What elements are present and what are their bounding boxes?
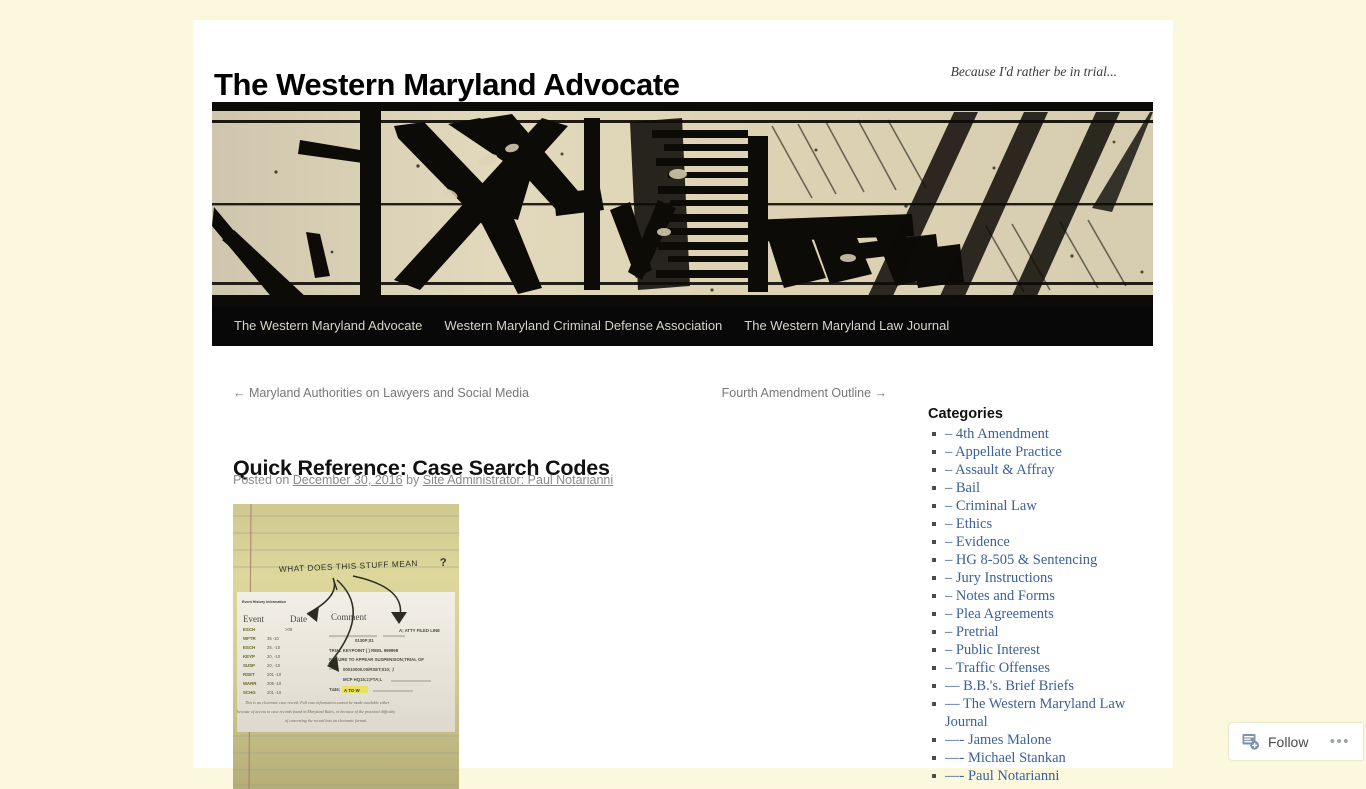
- category-link-western-maryland-law-journal[interactable]: — The Western Maryland Law Journal: [945, 696, 1125, 730]
- svg-text:206 -10: 206 -10: [267, 681, 282, 686]
- category-link-james-malone[interactable]: —- James Malone: [945, 732, 1051, 748]
- category-item[interactable]: — B.B.'s. Brief Briefs: [928, 677, 1166, 695]
- post-navigation: ← Maryland Authorities on Lawyers and So…: [233, 346, 893, 400]
- category-item[interactable]: – 4th Amendment: [928, 425, 1166, 443]
- category-link-criminal-law[interactable]: – Criminal Law: [945, 498, 1037, 514]
- category-item[interactable]: – Criminal Law: [928, 497, 1166, 515]
- category-link-notes-and-forms[interactable]: – Notes and Forms: [945, 588, 1055, 604]
- category-item[interactable]: – Traffic Offenses: [928, 659, 1166, 677]
- svg-text:SCHG: SCHG: [243, 690, 256, 695]
- svg-text:T446;: T446;: [329, 687, 341, 692]
- follow-label[interactable]: Follow: [1268, 734, 1308, 750]
- svg-text:?: ?: [440, 557, 447, 569]
- category-link-bbs-brief-briefs[interactable]: — B.B.'s. Brief Briefs: [945, 678, 1074, 694]
- content-column: ← Maryland Authorities on Lawyers and So…: [233, 346, 893, 789]
- post-image-case-search-codes[interactable]: WHAT DOES THIS STUFF MEAN ? Event Histor…: [233, 504, 459, 789]
- nav-link-law-journal[interactable]: The Western Maryland Law Journal: [744, 318, 949, 333]
- category-link-paul-notarianni[interactable]: —- Paul Notarianni: [945, 768, 1059, 784]
- svg-text:A; ATTY FILED LINE: A; ATTY FILED LINE: [399, 628, 440, 633]
- next-post-link[interactable]: Fourth Amendment Outline →: [722, 386, 887, 400]
- category-link-ethics[interactable]: – Ethics: [945, 516, 992, 532]
- svg-text:20, -10: 20, -10: [267, 663, 281, 668]
- svg-text:Comment: Comment: [331, 612, 367, 622]
- previous-post-link[interactable]: ← Maryland Authorities on Lawyers and So…: [233, 386, 529, 400]
- svg-text:Event History Information: Event History Information: [242, 600, 286, 604]
- site-header: The Western Maryland Advocate Because I'…: [193, 20, 1173, 102]
- post-date-link[interactable]: December 30, 2016: [293, 473, 403, 487]
- category-item[interactable]: – Jury Instructions: [928, 569, 1166, 587]
- svg-text:WARR: WARR: [243, 681, 257, 686]
- category-link-4th-amendment[interactable]: – 4th Amendment: [945, 426, 1049, 442]
- categories-heading: Categories: [928, 406, 1003, 422]
- svg-text:A TO W: A TO W: [344, 688, 360, 693]
- category-item[interactable]: – HG 8-505 & Sentencing: [928, 551, 1166, 569]
- svg-text:RSET: RSET: [243, 672, 255, 677]
- nav-item[interactable]: The Western Maryland Advocate: [234, 317, 422, 335]
- follow-more-options-icon[interactable]: •••: [1330, 734, 1350, 749]
- category-item[interactable]: – Plea Agreements: [928, 605, 1166, 623]
- category-item[interactable]: – Appellate Practice: [928, 443, 1166, 461]
- category-link-assault-affray[interactable]: – Assault & Affray: [945, 462, 1055, 478]
- nav-item[interactable]: Western Maryland Criminal Defense Associ…: [444, 317, 722, 335]
- category-item[interactable]: —- Michael Stankan: [928, 749, 1166, 767]
- svg-text:MCP HQ15;2;FTA;L: MCP HQ15;2;FTA;L: [343, 677, 383, 682]
- category-link-michael-stankan[interactable]: —- Michael Stankan: [945, 750, 1066, 766]
- site-banner-image: [212, 102, 1153, 306]
- categories-list: – 4th Amendment – Appellate Practice – A…: [928, 425, 1166, 785]
- category-link-public-interest[interactable]: – Public Interest: [945, 642, 1040, 658]
- svg-text:25. -10: 25. -10: [267, 645, 281, 650]
- svg-text:WFTR: WFTR: [243, 636, 257, 641]
- svg-text:20, -10: 20, -10: [267, 654, 281, 659]
- main-navigation: The Western Maryland Advocate Western Ma…: [212, 306, 1153, 346]
- svg-text:KEYP: KEYP: [243, 654, 255, 659]
- category-item[interactable]: —- Paul Notarianni: [928, 767, 1166, 785]
- svg-text:SUSP: SUSP: [243, 663, 255, 668]
- category-item[interactable]: – Bail: [928, 479, 1166, 497]
- svg-text:Date: Date: [290, 614, 307, 624]
- category-link-hg-8-505-sentencing[interactable]: – HG 8-505 & Sentencing: [945, 552, 1097, 568]
- svg-text:>09: >09: [285, 627, 293, 632]
- nav-item[interactable]: The Western Maryland Law Journal: [744, 317, 949, 335]
- svg-text:FAILURE TO APPEAR SUSPENSION;T: FAILURE TO APPEAR SUSPENSION;TRIAL OF: [329, 657, 424, 662]
- category-link-appellate-practice[interactable]: – Appellate Practice: [945, 444, 1062, 460]
- site-tagline: Because I'd rather be in trial...: [950, 64, 1117, 79]
- category-item[interactable]: – Assault & Affray: [928, 461, 1166, 479]
- banner-artwork: [212, 102, 1153, 306]
- svg-text:Event: Event: [243, 614, 264, 624]
- category-item[interactable]: – Notes and Forms: [928, 587, 1166, 605]
- svg-text:201 -10: 201 -10: [267, 690, 282, 695]
- category-item[interactable]: – Pretrial: [928, 623, 1166, 641]
- category-link-evidence[interactable]: – Evidence: [945, 534, 1010, 550]
- nav-link-criminal-defense-association[interactable]: Western Maryland Criminal Defense Associ…: [444, 318, 722, 333]
- category-item[interactable]: – Evidence: [928, 533, 1166, 551]
- svg-text:ESCH: ESCH: [243, 627, 255, 632]
- category-link-pretrial[interactable]: – Pretrial: [945, 624, 999, 640]
- svg-text:of converting the record into: of converting the record into an electro…: [285, 718, 367, 723]
- category-link-traffic-offenses[interactable]: – Traffic Offenses: [945, 660, 1050, 676]
- new-post-icon: [1241, 732, 1260, 751]
- post-metadata: Posted on December 30, 2016 by Site Admi…: [233, 473, 613, 487]
- svg-text:ESCH: ESCH: [243, 645, 255, 650]
- post-author-link[interactable]: Site Administrator: Paul Notarianni: [423, 473, 613, 487]
- page-container: The Western Maryland Advocate Because I'…: [193, 20, 1173, 789]
- svg-text:201 -10: 201 -10: [267, 672, 282, 677]
- svg-text:00010000.00/RSET;010; ;/: 00010000.00/RSET;010; ;/: [343, 667, 395, 672]
- category-item[interactable]: —- James Malone: [928, 731, 1166, 749]
- svg-text:36 -10: 36 -10: [267, 636, 280, 641]
- nav-link-western-maryland-advocate[interactable]: The Western Maryland Advocate: [234, 318, 422, 333]
- posted-on-label: Posted on: [233, 473, 290, 487]
- follow-bar[interactable]: Follow •••: [1229, 723, 1363, 760]
- category-item[interactable]: – Ethics: [928, 515, 1166, 533]
- category-item[interactable]: — The Western Maryland Law Journal: [928, 695, 1166, 731]
- category-link-bail[interactable]: – Bail: [945, 480, 980, 496]
- category-link-plea-agreements[interactable]: – Plea Agreements: [945, 606, 1054, 622]
- category-link-jury-instructions[interactable]: – Jury Instructions: [945, 570, 1053, 586]
- sidebar: Categories – 4th Amendment – Appellate P…: [928, 346, 1166, 785]
- by-label: by: [406, 473, 420, 487]
- svg-text:This is an electronic case rec: This is an electronic case record. Full …: [245, 700, 390, 705]
- svg-text:0130P;01: 0130P;01: [355, 638, 374, 643]
- site-title[interactable]: The Western Maryland Advocate: [214, 69, 680, 100]
- category-item[interactable]: – Public Interest: [928, 641, 1166, 659]
